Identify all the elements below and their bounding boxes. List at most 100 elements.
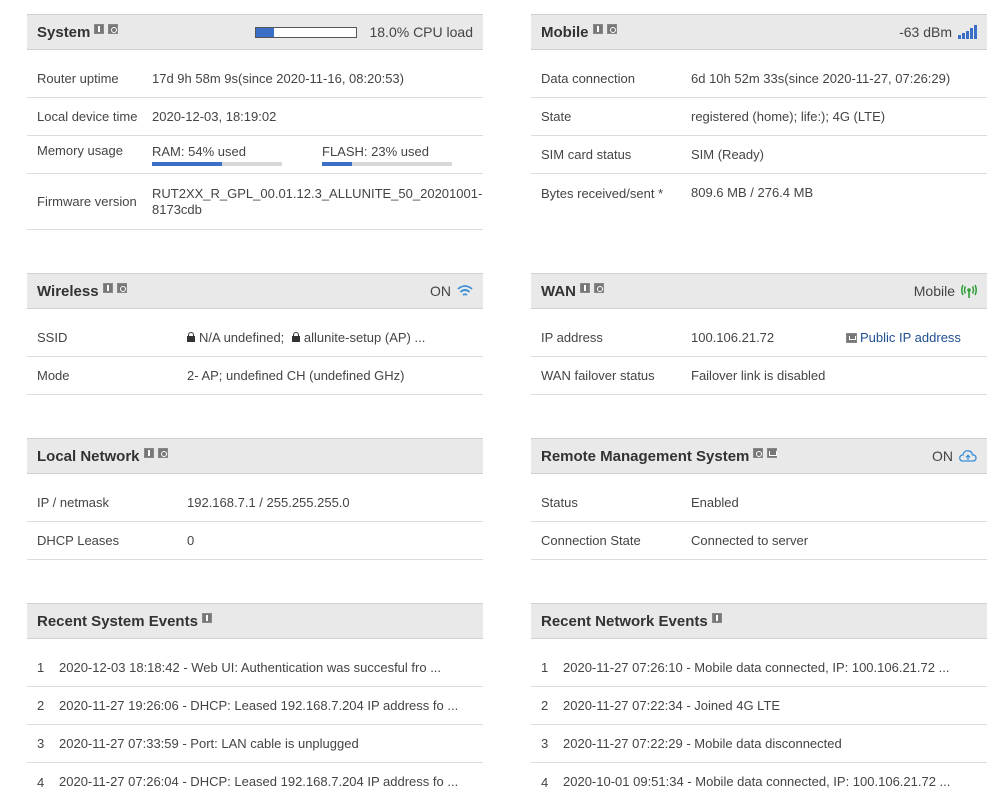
- ssid-row: SSID N/A undefined; allunite-setup (AP) …: [27, 319, 483, 357]
- event-text: 2020-11-27 19:26:06 - DHCP: Leased 192.1…: [59, 697, 459, 713]
- system-panel: System 18.0% CPU load Router uptime 17d …: [27, 14, 483, 230]
- info-icon[interactable]: [711, 613, 722, 623]
- rms-status-row: Status Enabled: [531, 484, 987, 522]
- event-number: 4: [37, 774, 45, 790]
- ram-usage: RAM: 54% used: [152, 144, 282, 166]
- lock-icon: [187, 331, 195, 342]
- info-icon[interactable]: [94, 24, 105, 34]
- list-item: 3 2020-11-27 07:33:59 - Port: LAN cable …: [27, 725, 483, 763]
- settings-icon[interactable]: [116, 283, 127, 293]
- settings-icon[interactable]: [753, 448, 764, 458]
- wan-status: Mobile: [914, 274, 977, 308]
- cpu-load-bar: [255, 26, 358, 38]
- event-number: 3: [541, 736, 549, 751]
- mode-value: 2- AP; undefined CH (undefined GHz): [187, 367, 405, 383]
- wan-ip-label: IP address: [541, 330, 603, 345]
- ssid-label: SSID: [37, 330, 68, 345]
- rms-panel: Remote Management System ON Status Enabl…: [531, 438, 987, 560]
- info-icon[interactable]: [102, 283, 113, 293]
- local-time-row: Local device time 2020-12-03, 18:19:02: [27, 98, 483, 136]
- info-icon[interactable]: [201, 613, 212, 623]
- event-text: 2020-11-27 07:33:59 - Port: LAN cable is…: [59, 735, 359, 751]
- event-text: 2020-11-27 07:26:10 - Mobile data connec…: [563, 659, 950, 675]
- network-events-header: Recent Network Events: [531, 603, 987, 639]
- wiki-icon: [846, 333, 857, 343]
- settings-icon[interactable]: [157, 448, 168, 458]
- wan-ip-value: 100.106.21.72: [691, 329, 775, 345]
- rms-connection-row: Connection State Connected to server: [531, 522, 987, 560]
- wan-failover-row: WAN failover status Failover link is dis…: [531, 357, 987, 395]
- bytes-label: Bytes received/sent *: [541, 185, 664, 201]
- cpu-load-text: 18.0% CPU load: [369, 24, 473, 40]
- public-ip-link[interactable]: Public IP address: [846, 330, 961, 345]
- wan-status-text: Mobile: [913, 283, 955, 299]
- list-item: 4 2020-10-01 09:51:34 - Mobile data conn…: [531, 763, 987, 796]
- network-events-title: Recent Network Events: [541, 612, 708, 630]
- rms-connection-value: Connected to server: [691, 532, 809, 548]
- ram-usage-bar: [152, 161, 282, 166]
- cpu-load-indicator: 18.0% CPU load: [255, 15, 473, 49]
- ram-usage-fill: [152, 161, 223, 166]
- event-text: 2020-11-27 07:26:04 - DHCP: Leased 192.1…: [59, 774, 459, 789]
- mode-row: Mode 2- AP; undefined CH (undefined GHz): [27, 357, 483, 395]
- wiki-icon[interactable]: [767, 448, 778, 458]
- event-text: 2020-11-27 07:22:29 - Mobile data discon…: [563, 735, 842, 751]
- lan-ip-label: IP / netmask: [37, 495, 110, 510]
- state-value: registered (home); life:); 4G (LTE): [691, 108, 886, 124]
- rms-status-text: ON: [932, 448, 953, 464]
- info-icon[interactable]: [143, 448, 154, 458]
- wireless-header: Wireless ON: [27, 273, 483, 309]
- ram-usage-text: RAM: 54% used: [152, 143, 246, 159]
- event-number: 1: [37, 660, 45, 675]
- info-icon[interactable]: [592, 24, 603, 34]
- event-number: 2: [541, 698, 549, 713]
- signal-bars-icon: [958, 25, 977, 39]
- dhcp-leases-label: DHCP Leases: [37, 533, 120, 548]
- settings-icon[interactable]: [108, 24, 119, 34]
- event-text: 2020-10-01 09:51:34 - Mobile data connec…: [563, 774, 951, 789]
- wan-failover-label: WAN failover status: [541, 368, 655, 383]
- ssid-value-2[interactable]: allunite-setup (AP) ...: [304, 330, 425, 345]
- local-time-value: 2020-12-03, 18:19:02: [152, 108, 277, 124]
- local-time-label: Local device time: [37, 109, 138, 124]
- dhcp-leases-row: DHCP Leases 0: [27, 522, 483, 560]
- system-header: System 18.0% CPU load: [27, 14, 483, 50]
- mobile-panel: Mobile -63 dBm Data connection 6d 10h 52…: [531, 14, 987, 212]
- list-item: 4 2020-11-27 07:26:04 - DHCP: Leased 192…: [27, 763, 483, 796]
- rms-connection-label: Connection State: [541, 533, 641, 548]
- event-number: 4: [541, 774, 549, 790]
- settings-icon[interactable]: [594, 283, 604, 293]
- event-number: 2: [37, 698, 45, 713]
- wifi-icon: [457, 285, 473, 296]
- wan-header: WAN Mobile: [531, 273, 987, 309]
- system-title: System: [37, 23, 91, 41]
- wan-failover-value: Failover link is disabled: [691, 367, 826, 383]
- data-connection-value: 6d 10h 52m 33s(since 2020-11-27, 07:26:2…: [691, 70, 951, 86]
- wireless-status-text: ON: [430, 283, 451, 299]
- local-network-panel: Local Network IP / netmask 192.168.7.1 /…: [27, 438, 483, 560]
- cloud-icon: [959, 450, 977, 462]
- system-events-header: Recent System Events: [27, 603, 483, 639]
- wireless-title: Wireless: [37, 282, 99, 300]
- list-item: 1 2020-11-27 07:26:10 - Mobile data conn…: [531, 649, 987, 687]
- local-network-title: Local Network: [37, 447, 140, 465]
- mobile-signal: -63 dBm: [899, 15, 977, 49]
- wan-ip-row: IP address 100.106.21.72 Public IP addre…: [531, 319, 987, 357]
- wan-panel: WAN Mobile IP address 100.106.21.72 Publ…: [531, 273, 987, 395]
- network-events-panel: Recent Network Events 1 2020-11-27 07:26…: [531, 603, 987, 796]
- flash-usage-text: FLASH: 23% used: [322, 143, 429, 159]
- settings-icon[interactable]: [606, 24, 617, 34]
- sim-status-label: SIM card status: [541, 147, 632, 162]
- event-text: 2020-11-27 07:22:34 - Joined 4G LTE: [563, 697, 781, 713]
- info-icon[interactable]: [580, 283, 590, 293]
- cpu-load-fill: [256, 27, 275, 37]
- antenna-icon: [961, 284, 977, 298]
- router-uptime-row: Router uptime 17d 9h 58m 9s(since 2020-1…: [27, 60, 483, 98]
- memory-usage-label: Memory usage: [37, 143, 123, 158]
- lock-icon: [291, 331, 300, 342]
- mobile-header: Mobile -63 dBm: [531, 14, 987, 50]
- public-ip-link-text[interactable]: Public IP address: [860, 330, 961, 345]
- flash-usage: FLASH: 23% used: [322, 144, 452, 166]
- bytes-row: Bytes received/sent * 809.6 MB / 276.4 M…: [531, 174, 987, 212]
- flash-usage-fill: [322, 161, 352, 166]
